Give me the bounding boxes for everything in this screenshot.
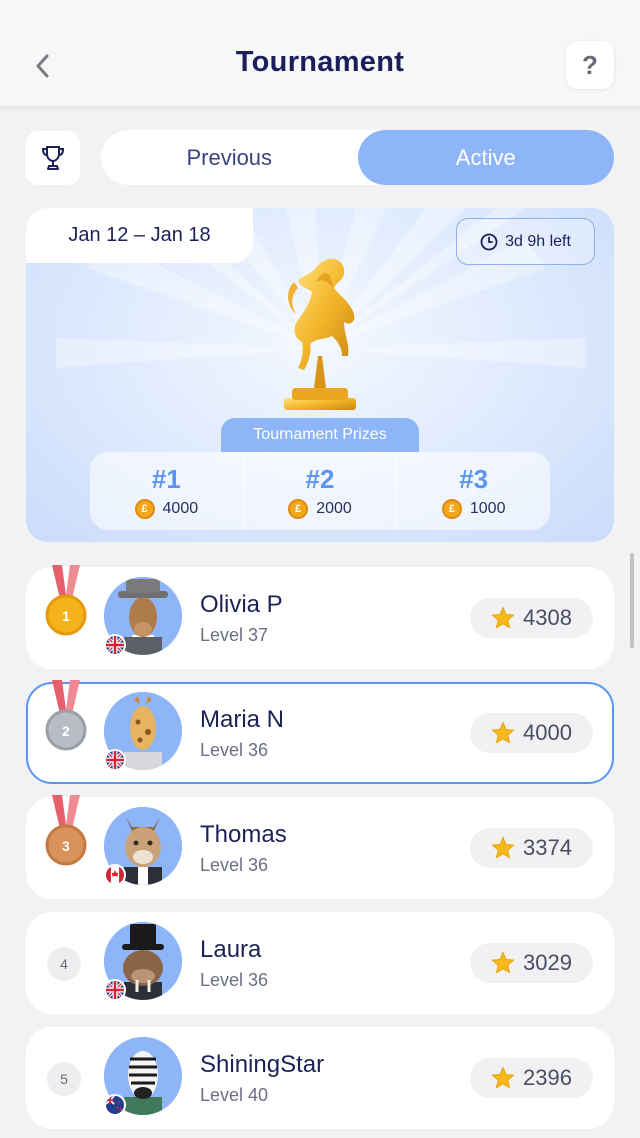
date-range: Jan 12 – Jan 18 (26, 208, 253, 263)
star-icon (491, 606, 515, 629)
flag-canada-icon (104, 864, 126, 886)
rank-number: 5 (47, 1062, 81, 1096)
score-badge: 3029 (470, 943, 593, 983)
trophy-history-button[interactable] (26, 131, 80, 185)
star-icon (491, 836, 515, 859)
time-left-badge: 3d 9h left (456, 218, 595, 265)
bronze-medal-icon (45, 795, 87, 866)
leaderboard-row[interactable]: 3 Thomas Level 36 3374 (26, 795, 614, 899)
medal-rank: 3 (62, 838, 70, 854)
prize-amount: 4000 (162, 499, 199, 517)
flag-uk-icon (104, 749, 126, 771)
prize-rank: #3 (459, 463, 489, 494)
score-value: 4000 (523, 720, 572, 745)
player-name: Laura (200, 936, 262, 963)
prize-rank: #1 (151, 463, 181, 494)
player-name: Thomas (200, 821, 287, 848)
player-level: Level 36 (200, 970, 269, 990)
tab-previous[interactable]: Previous (101, 130, 358, 185)
leaderboard-row-current-user[interactable]: 2 Maria N Level 36 4000 (26, 680, 614, 784)
scrollbar-thumb[interactable] (630, 553, 634, 648)
star-icon (491, 1066, 515, 1089)
clock-icon (480, 233, 498, 250)
medal-rank: 1 (62, 608, 70, 624)
prize-rank: #2 (305, 463, 335, 494)
prize-amount: 1000 (469, 499, 506, 517)
score-badge: 4308 (470, 598, 593, 638)
player-level: Level 40 (200, 1085, 269, 1105)
coin-icon: £ (441, 498, 462, 519)
score-value: 3029 (523, 950, 572, 975)
time-left-label: 3d 9h left (505, 232, 571, 250)
star-icon (491, 721, 515, 744)
flag-uk-icon (104, 979, 126, 1001)
prize-amount-row: £ 4000 (134, 498, 199, 519)
player-name: ShiningStar (200, 1051, 325, 1078)
flag-uk-icon (104, 634, 126, 656)
flag-new-zealand-icon (104, 1094, 126, 1116)
player-name: Maria N (200, 706, 285, 733)
score-value: 4308 (523, 605, 572, 630)
help-button[interactable]: ? (566, 41, 614, 89)
leaderboard-row[interactable]: 5 ShiningStar Level 40 2396 (26, 1027, 614, 1129)
gold-medal-icon (45, 565, 87, 636)
leaderboard-row[interactable]: 1 Olivia P Level 37 4308 (26, 565, 614, 669)
leaderboard-row[interactable]: 4 Laura Level 36 3029 (26, 912, 614, 1014)
tournament-prizes-label: Tournament Prizes (221, 418, 419, 452)
prize-tier-3: #3 £ 1000 (397, 452, 550, 530)
player-level: Level 37 (200, 625, 269, 645)
tournament-tabs: Previous Active (101, 130, 614, 185)
prize-tier-2: #2 £ 2000 (244, 452, 398, 530)
prize-tiers: #1 £ 4000 #2 £ 2000 #3 £ 1000 (90, 452, 550, 530)
top-app-bar: Tournament ? (0, 0, 640, 106)
prize-amount-row: £ 2000 (288, 498, 352, 519)
silver-medal-icon (45, 680, 87, 751)
medal-rank: 2 (62, 723, 70, 739)
star-icon (491, 951, 515, 974)
prize-amount: 2000 (316, 499, 352, 517)
player-level: Level 36 (200, 855, 269, 875)
player-name: Olivia P (200, 591, 283, 618)
trophy-icon (41, 146, 65, 170)
tab-active[interactable]: Active (357, 130, 614, 185)
prize-amount-row: £ 1000 (441, 498, 506, 519)
coin-icon: £ (134, 498, 155, 519)
score-value: 2396 (523, 1065, 572, 1090)
tournament-prize-card: Jan 12 – Jan 18 3d 9h left Tournament Pr… (26, 208, 614, 542)
score-value: 3374 (523, 835, 572, 860)
page-title: Tournament (235, 46, 405, 78)
score-badge: 3374 (470, 828, 593, 868)
coin-icon: £ (288, 498, 309, 519)
player-level: Level 36 (200, 740, 269, 760)
rank-number: 4 (47, 947, 81, 981)
prize-tier-1: #1 £ 4000 (90, 452, 244, 530)
golden-horse-trophy-image (284, 258, 356, 410)
score-badge: 4000 (470, 713, 593, 753)
score-badge: 2396 (470, 1058, 593, 1098)
